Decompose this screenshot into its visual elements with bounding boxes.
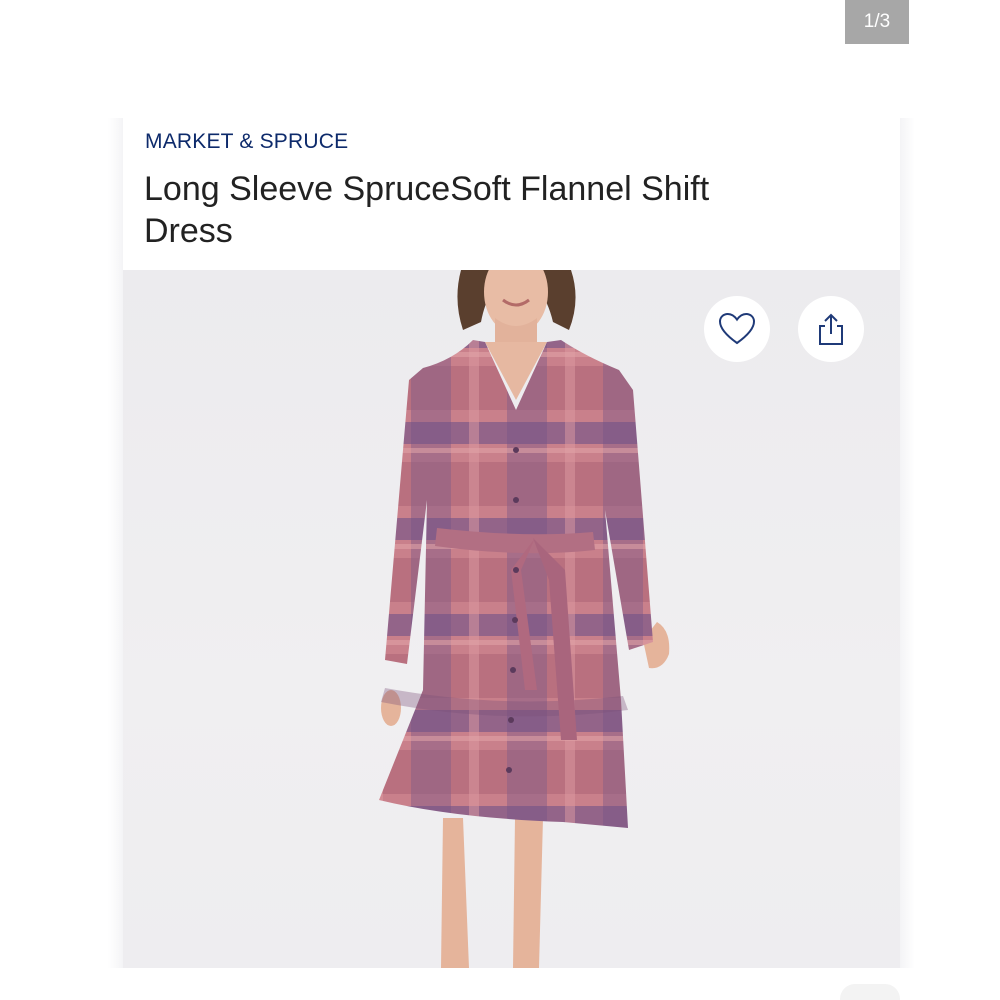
favorite-button[interactable] [704, 296, 770, 362]
product-title: Long Sleeve SpruceSoft Flannel Shift Dre… [144, 170, 710, 250]
model-photo [379, 270, 670, 968]
scroll-indicator [840, 984, 900, 1000]
heart-icon [718, 312, 756, 345]
product-image[interactable] [123, 270, 900, 968]
brand-name[interactable]: MARKET & SPRUCE [145, 130, 348, 154]
image-counter: 1/3 [845, 0, 909, 44]
card-edge-left [108, 118, 123, 968]
card-edge-right [900, 118, 915, 968]
share-icon [819, 313, 843, 345]
product-card: MARKET & SPRUCE Long Sleeve SpruceSoft F… [123, 118, 900, 968]
share-button[interactable] [798, 296, 864, 362]
